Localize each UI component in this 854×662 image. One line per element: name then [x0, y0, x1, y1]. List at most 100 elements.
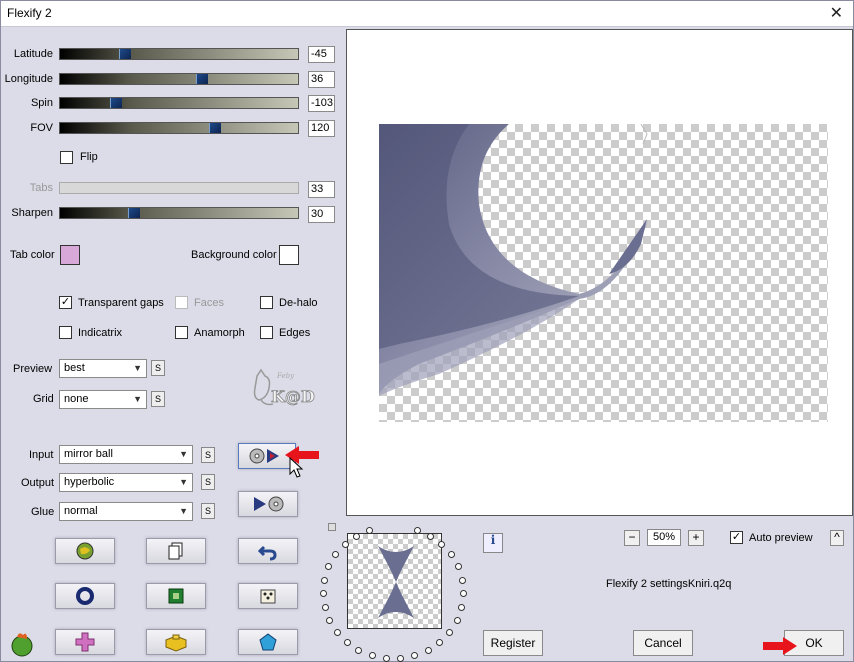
dial-dot[interactable]	[333, 628, 341, 636]
fov-slider[interactable]	[59, 122, 299, 134]
dial-dot[interactable]	[321, 576, 329, 584]
output-select[interactable]: hyperbolic ▼	[59, 473, 193, 492]
dial-dot[interactable]	[438, 540, 446, 548]
dial-dot[interactable]	[446, 628, 454, 636]
output-s-button[interactable]: S	[201, 474, 215, 490]
dial-dot[interactable]	[343, 638, 351, 646]
ring-button[interactable]	[55, 583, 115, 609]
undo-button[interactable]	[238, 538, 298, 564]
preview-s-button[interactable]: S	[151, 360, 165, 376]
dial-dot[interactable]	[436, 638, 444, 646]
randomize-colors-button[interactable]	[55, 538, 115, 564]
zoom-in-button[interactable]: +	[688, 530, 704, 546]
dial-dot[interactable]	[453, 616, 461, 624]
input-s-button[interactable]: S	[201, 447, 215, 463]
dial-dot[interactable]	[426, 532, 434, 540]
dial-dot[interactable]	[411, 652, 419, 660]
globe-icon	[76, 542, 94, 560]
slider-thumb[interactable]	[128, 208, 140, 218]
sharpen-value[interactable]: 30	[308, 206, 335, 223]
dial-dot[interactable]	[341, 540, 349, 548]
dial-dot[interactable]	[353, 532, 361, 540]
dial-dot[interactable]	[397, 655, 405, 662]
slider-thumb[interactable]	[119, 49, 131, 59]
slider-thumb[interactable]	[209, 123, 221, 133]
output-to-input-button[interactable]	[238, 491, 298, 517]
glue-label: Glue	[31, 506, 55, 518]
navigator-thumbnail[interactable]	[347, 533, 442, 629]
anamorph-label: Anamorph	[194, 327, 245, 339]
slider-thumb[interactable]	[110, 98, 122, 108]
longitude-slider[interactable]	[59, 73, 299, 85]
spin-slider[interactable]	[59, 97, 299, 109]
longitude-value[interactable]: 36	[308, 71, 335, 88]
fov-value[interactable]: 120	[308, 120, 335, 137]
spin-label: Spin	[30, 97, 53, 109]
tabs-slider	[59, 182, 299, 194]
zoom-out-button[interactable]: −	[624, 530, 640, 546]
register-button[interactable]: Register	[483, 630, 543, 656]
tabs-value[interactable]: 33	[308, 181, 335, 198]
gem-icon	[259, 633, 277, 651]
dial-dot[interactable]	[447, 551, 455, 559]
output-label: Output	[21, 477, 55, 489]
chevron-down-icon: ▼	[179, 449, 188, 459]
input-select[interactable]: mirror ball ▼	[59, 445, 193, 464]
cancel-button[interactable]: Cancel	[633, 630, 693, 656]
dial-dot[interactable]	[321, 603, 329, 611]
latitude-slider[interactable]	[59, 48, 299, 60]
brick-button[interactable]	[146, 629, 206, 655]
cross-button[interactable]	[55, 629, 115, 655]
sharpen-slider[interactable]	[59, 207, 299, 219]
transparent-gaps-checkbox[interactable]: ✓	[59, 296, 72, 309]
latitude-value[interactable]: -45	[308, 46, 335, 63]
preview-label: Preview	[13, 363, 53, 375]
dial-dot[interactable]	[326, 616, 334, 624]
dial-dot[interactable]	[325, 563, 333, 571]
edges-checkbox[interactable]	[260, 326, 273, 339]
gem-button[interactable]	[238, 629, 298, 655]
dial-dot[interactable]	[382, 655, 390, 662]
dial-dot[interactable]	[320, 590, 327, 598]
close-icon[interactable]: ✕	[830, 3, 843, 23]
grid-select[interactable]: none ▼	[59, 390, 147, 409]
info-button[interactable]: i	[483, 533, 503, 553]
dial-dot[interactable]	[459, 590, 467, 598]
glue-select[interactable]: normal ▼	[59, 502, 193, 521]
input-label: Input	[29, 449, 54, 461]
dial-dot[interactable]	[366, 526, 374, 534]
dial-dot[interactable]	[332, 551, 340, 559]
random-button[interactable]	[238, 583, 298, 609]
dial-dot[interactable]	[368, 652, 376, 660]
dial-dot[interactable]	[458, 576, 466, 584]
collapse-button[interactable]: ^	[830, 530, 844, 546]
spin-value[interactable]: -103	[308, 95, 335, 112]
zoom-level[interactable]: 50%	[647, 529, 681, 546]
glue-s-button[interactable]: S	[201, 503, 215, 519]
copy-button[interactable]	[146, 538, 206, 564]
anamorph-checkbox[interactable]	[175, 326, 188, 339]
dial-dot[interactable]	[355, 646, 363, 654]
background-color-swatch[interactable]	[279, 245, 299, 265]
indicatrix-checkbox[interactable]	[59, 326, 72, 339]
tab-color-swatch[interactable]	[60, 245, 80, 265]
dial-dot[interactable]	[413, 526, 421, 534]
auto-preview-checkbox[interactable]: ✓	[730, 531, 743, 544]
dial-dot[interactable]	[424, 646, 432, 654]
dial-dot[interactable]	[454, 563, 462, 571]
grid-label: Grid	[33, 393, 54, 405]
sharpen-label: Sharpen	[11, 207, 53, 219]
navigator-handle[interactable]	[328, 523, 336, 531]
preview-select-value: best	[64, 362, 85, 374]
preview-select[interactable]: best ▼	[59, 359, 147, 378]
grid-s-button[interactable]: S	[151, 391, 165, 407]
faces-label: Faces	[194, 297, 224, 309]
slider-thumb[interactable]	[196, 74, 208, 84]
dehalo-checkbox[interactable]	[260, 296, 273, 309]
flaming-pear-logo[interactable]	[9, 631, 35, 657]
output-select-value: hyperbolic	[64, 476, 115, 488]
preview-image	[379, 124, 828, 422]
chip-button[interactable]	[146, 583, 206, 609]
dial-dot[interactable]	[458, 603, 466, 611]
flip-checkbox[interactable]	[60, 151, 73, 164]
